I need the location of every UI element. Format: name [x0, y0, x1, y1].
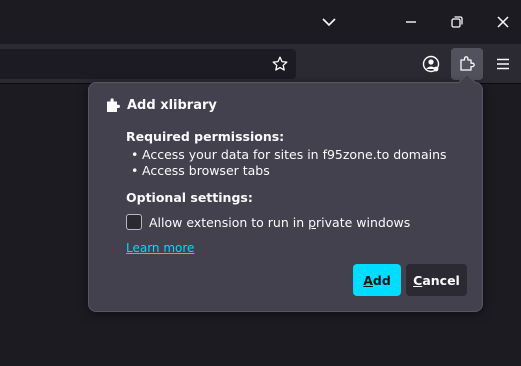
account-button[interactable]: [415, 48, 447, 80]
list-tabs-button[interactable]: [306, 0, 352, 44]
title-bar: [0, 0, 521, 44]
addon-install-panel: Add xlibrary Required permissions: Acces…: [88, 73, 483, 312]
panel-header: Add xlibrary: [105, 97, 217, 113]
url-bar[interactable]: [0, 49, 296, 79]
private-windows-checkbox[interactable]: [126, 214, 142, 230]
nav-toolbar: [0, 44, 521, 84]
optional-settings-heading: Optional settings:: [126, 190, 253, 205]
chevron-down-icon: [322, 18, 336, 27]
panel-title: Add xlibrary: [127, 97, 217, 113]
close-icon: [497, 16, 509, 28]
account-icon: [422, 55, 440, 73]
star-icon: [272, 56, 288, 71]
permission-item: Access browser tabs: [131, 163, 447, 179]
close-window-button[interactable]: [480, 0, 521, 44]
cancel-button[interactable]: Cancel: [406, 264, 467, 296]
restore-button[interactable]: [434, 0, 480, 44]
learn-more-link[interactable]: Learn more: [126, 241, 194, 255]
required-permissions-heading: Required permissions:: [126, 129, 285, 144]
bookmark-star-button[interactable]: [266, 49, 294, 79]
permissions-list: Access your data for sites in f95zone.to…: [131, 147, 447, 179]
puzzle-piece-icon: [107, 98, 120, 112]
app-menu-button[interactable]: [487, 48, 519, 80]
minimize-button[interactable]: [388, 0, 434, 44]
hamburger-menu-icon: [497, 58, 509, 70]
private-windows-option[interactable]: Allow extension to run in private window…: [126, 214, 410, 230]
minimize-icon: [406, 21, 416, 23]
extensions-icon: [460, 56, 475, 71]
private-windows-label[interactable]: Allow extension to run in private window…: [149, 215, 410, 230]
permission-item: Access your data for sites in f95zone.to…: [131, 147, 447, 163]
add-button[interactable]: Add: [353, 264, 401, 296]
restore-icon: [451, 16, 463, 28]
